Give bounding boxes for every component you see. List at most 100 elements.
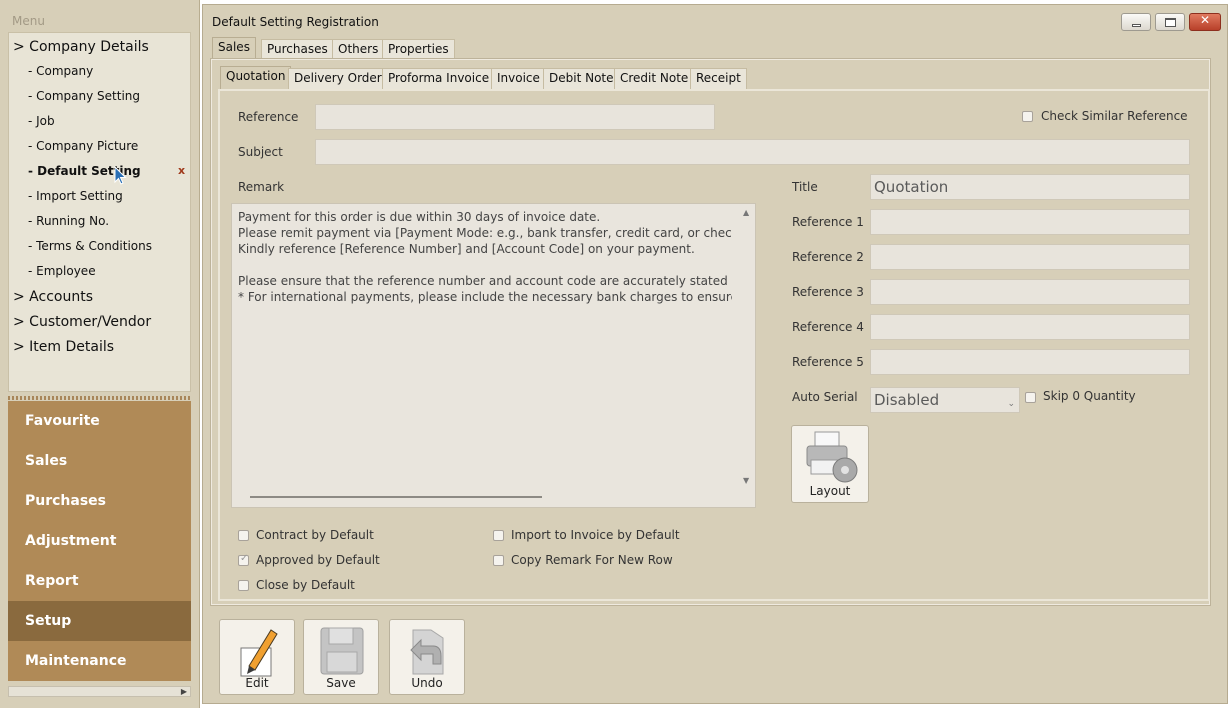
close-tab-icon[interactable]: x (178, 164, 185, 177)
save-button[interactable]: Save (303, 619, 379, 695)
reference-3-field[interactable] (870, 279, 1190, 305)
tab-proforma-invoice[interactable]: Proforma Invoice (382, 68, 496, 89)
tab-delivery-order[interactable]: Delivery Order (288, 68, 388, 89)
menu-title: Menu (12, 14, 45, 28)
save-label: Save (326, 676, 356, 690)
tree-item-company-setting[interactable]: - Company Setting (28, 89, 140, 103)
remark-textarea[interactable]: Payment for this order is due within 30 … (231, 203, 756, 508)
approved-by-default-label: Approved by Default (256, 553, 380, 567)
tree-item-customer-vendor[interactable]: > Customer/Vendor (13, 314, 151, 330)
pencil-edit-icon (240, 629, 278, 677)
tab-purchases[interactable]: Purchases (261, 39, 334, 60)
remark-vertical-scrollbar[interactable]: ▲ ▼ (739, 204, 755, 490)
side-menu: Menu > Company Details - Company - Compa… (0, 0, 200, 708)
menu-splitter[interactable] (8, 396, 191, 400)
check-similar-reference-checkbox[interactable] (1022, 111, 1033, 122)
layout-button[interactable]: Layout (791, 425, 869, 503)
restore-button[interactable] (1155, 13, 1185, 31)
reference-1-label: Reference 1 (792, 215, 864, 229)
reference-3-label: Reference 3 (792, 285, 864, 299)
chevron-down-icon[interactable]: ⌄ (1007, 392, 1015, 416)
reference-1-field[interactable] (870, 209, 1190, 235)
edit-label: Edit (245, 676, 269, 690)
auto-serial-value: Disabled (874, 391, 940, 409)
tree-item-company[interactable]: - Company (28, 64, 93, 78)
tab-debit-note[interactable]: Debit Note (543, 68, 620, 89)
module-favourite[interactable]: Favourite (8, 401, 191, 441)
copy-remark-label: Copy Remark For New Row (511, 553, 673, 567)
scroll-down-icon[interactable]: ▼ (743, 476, 749, 485)
import-to-invoice-label: Import to Invoice by Default (511, 528, 680, 542)
reference-2-label: Reference 2 (792, 250, 864, 264)
import-to-invoice-checkbox[interactable] (493, 530, 504, 541)
contract-by-default-checkbox[interactable] (238, 530, 249, 541)
skip-zero-quantity-checkbox[interactable] (1025, 392, 1036, 403)
tab-properties[interactable]: Properties (382, 39, 455, 60)
module-adjustment[interactable]: Adjustment (8, 521, 191, 561)
module-report[interactable]: Report (8, 561, 191, 601)
tree-item-company-details[interactable]: > Company Details (13, 39, 149, 55)
tab-receipt[interactable]: Receipt (690, 68, 747, 89)
menu-tree: > Company Details - Company - Company Se… (8, 32, 191, 392)
tab-sales[interactable]: Sales (212, 37, 256, 60)
tree-item-company-picture[interactable]: - Company Picture (28, 139, 138, 153)
auto-serial-label: Auto Serial (792, 390, 858, 404)
restore-icon (1165, 18, 1176, 27)
layout-label: Layout (809, 484, 851, 498)
module-purchases[interactable]: Purchases (8, 481, 191, 521)
menu-scrollbar[interactable]: ▶ (8, 686, 191, 697)
reference-label: Reference (238, 110, 299, 124)
window-title: Default Setting Registration (212, 15, 379, 29)
undo-button[interactable]: Undo (389, 619, 465, 695)
scroll-right-icon[interactable]: ▶ (181, 687, 187, 696)
title-field[interactable]: Quotation (870, 174, 1190, 200)
tree-item-item-details[interactable]: > Item Details (13, 339, 114, 355)
tab-credit-note[interactable]: Credit Note (614, 68, 695, 89)
copy-remark-checkbox[interactable] (493, 555, 504, 566)
printer-settings-icon (806, 431, 858, 483)
reference-2-field[interactable] (870, 244, 1190, 270)
floppy-disk-icon (320, 627, 364, 675)
tree-item-accounts[interactable]: > Accounts (13, 289, 93, 305)
reference-5-label: Reference 5 (792, 355, 864, 369)
reference-4-label: Reference 4 (792, 320, 864, 334)
title-label: Title (792, 180, 818, 194)
auto-serial-select[interactable]: Disabled ⌄ (870, 387, 1020, 413)
tree-item-job[interactable]: - Job (28, 114, 55, 128)
minimize-icon (1132, 24, 1141, 27)
scroll-up-icon[interactable]: ▲ (743, 208, 749, 217)
reference-5-field[interactable] (870, 349, 1190, 375)
tree-item-employee[interactable]: - Employee (28, 264, 96, 278)
undo-label: Undo (411, 676, 443, 690)
subject-field[interactable] (315, 139, 1190, 165)
main-window: Default Setting Registration ✕ Sales Pur… (202, 4, 1228, 704)
remark-label: Remark (238, 180, 285, 194)
mouse-cursor-icon (114, 166, 127, 185)
approved-by-default-checkbox[interactable] (238, 553, 249, 566)
close-by-default-label: Close by Default (256, 578, 355, 592)
remark-horizontal-scrollbar[interactable] (250, 496, 542, 498)
module-setup[interactable]: Setup (8, 601, 191, 641)
undo-icon (410, 629, 444, 675)
module-sales[interactable]: Sales (8, 441, 191, 481)
close-icon: ✕ (1199, 13, 1211, 27)
reference-4-field[interactable] (870, 314, 1190, 340)
tab-quotation[interactable]: Quotation (220, 66, 292, 89)
module-maintenance[interactable]: Maintenance (8, 641, 191, 681)
tree-item-import-setting[interactable]: - Import Setting (28, 189, 123, 203)
tab-others[interactable]: Others (332, 39, 385, 60)
close-by-default-checkbox[interactable] (238, 580, 249, 591)
contract-by-default-label: Contract by Default (256, 528, 374, 542)
tab-invoice[interactable]: Invoice (491, 68, 546, 89)
check-similar-reference-label: Check Similar Reference (1041, 109, 1188, 123)
tree-item-running-no[interactable]: - Running No. (28, 214, 109, 228)
subject-label: Subject (238, 145, 283, 159)
edit-button[interactable]: Edit (219, 619, 295, 695)
skip-zero-quantity-label: Skip 0 Quantity (1043, 389, 1136, 403)
close-button[interactable]: ✕ (1189, 13, 1221, 31)
window-titlebar: Default Setting Registration ✕ (203, 5, 1227, 39)
minimize-button[interactable] (1121, 13, 1151, 31)
remark-text[interactable]: Payment for this order is due within 30 … (238, 209, 732, 305)
reference-field[interactable] (315, 104, 715, 130)
tree-item-terms-conditions[interactable]: - Terms & Conditions (28, 239, 152, 253)
